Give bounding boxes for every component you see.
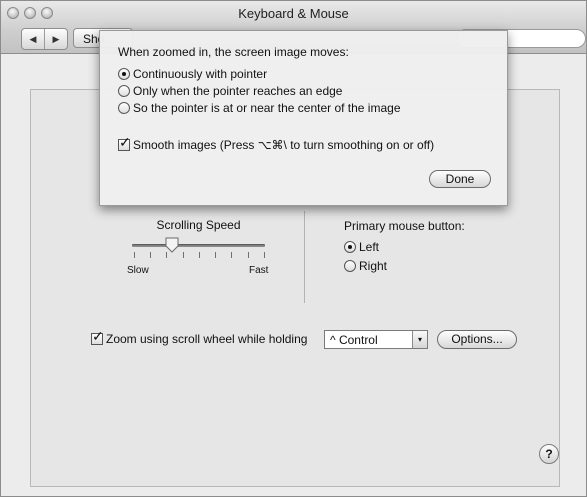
scrolling-speed-label: Scrolling Speed <box>156 218 241 232</box>
forward-button[interactable]: ▶ <box>44 29 67 49</box>
forward-arrow-icon: ▶ <box>52 33 60 44</box>
zoom-modifier-value: ^ Control <box>330 332 378 347</box>
move-continuously-option[interactable]: Continuously with pointer <box>118 67 267 81</box>
window-title: Keyboard & Mouse <box>238 6 349 21</box>
move-at-edge-radio[interactable] <box>118 85 130 97</box>
zoom-scroll-wheel-checkbox[interactable]: ✓ <box>91 329 104 345</box>
help-button[interactable]: ? <box>539 444 559 464</box>
back-button[interactable]: ◀ <box>22 29 44 49</box>
slider-slow-label: Slow <box>127 265 149 276</box>
checkmark-icon: ✓ <box>92 328 104 344</box>
move-center-label: So the pointer is at or near the center … <box>133 101 401 115</box>
move-at-edge-label: Only when the pointer reaches an edge <box>133 84 343 98</box>
slider-fast-label: Fast <box>249 265 269 276</box>
back-arrow-icon: ◀ <box>29 33 37 44</box>
move-continuously-label: Continuously with pointer <box>133 67 268 81</box>
dropdown-arrow-icon: ▾ <box>412 331 427 348</box>
scrolling-speed-slider-track[interactable] <box>132 244 265 247</box>
left-radio-label: Left <box>359 240 380 254</box>
question-mark-icon: ? <box>545 447 553 461</box>
scrolling-speed-slider-thumb[interactable] <box>165 237 179 253</box>
zoom-modifier-popup[interactable]: ^ Control ▾ <box>324 330 428 349</box>
sheet-heading: When zoomed in, the screen image moves: <box>118 45 349 59</box>
smooth-images-checkbox[interactable]: ✓ <box>118 135 131 151</box>
back-forward-control: ◀ ▶ <box>21 28 68 50</box>
primary-mouse-button-label: Primary mouse button: <box>344 219 465 233</box>
keyboard-mouse-window: Keyboard & Mouse ◀ ▶ Sho Scrolling Speed… <box>0 0 587 497</box>
smooth-images-label: Smooth images (Press ⌥⌘\ to turn smoothi… <box>133 138 435 152</box>
primary-right-option[interactable]: Right <box>344 259 387 273</box>
left-radio[interactable] <box>344 241 356 253</box>
smooth-images-option[interactable]: ✓ Smooth images (Press ⌥⌘\ to turn smoot… <box>118 135 435 152</box>
done-button[interactable]: Done <box>429 170 491 188</box>
zoom-scroll-wheel-label: Zoom using scroll wheel while holding <box>106 332 308 346</box>
zoom-scroll-wheel-option[interactable]: ✓ Zoom using scroll wheel while holding <box>91 329 308 346</box>
primary-left-option[interactable]: Left <box>344 240 379 254</box>
section-divider <box>304 211 305 303</box>
move-center-option[interactable]: So the pointer is at or near the center … <box>118 101 401 115</box>
move-at-edge-option[interactable]: Only when the pointer reaches an edge <box>118 84 342 98</box>
zoom-options-button[interactable]: Options... <box>437 330 517 349</box>
slider-ticks <box>134 252 265 259</box>
checkmark-icon: ✓ <box>119 134 131 150</box>
right-radio[interactable] <box>344 260 356 272</box>
move-center-radio[interactable] <box>118 102 130 114</box>
right-radio-label: Right <box>359 259 388 273</box>
move-continuously-radio[interactable] <box>118 68 130 80</box>
zoom-options-sheet: When zoomed in, the screen image moves: … <box>99 30 508 206</box>
